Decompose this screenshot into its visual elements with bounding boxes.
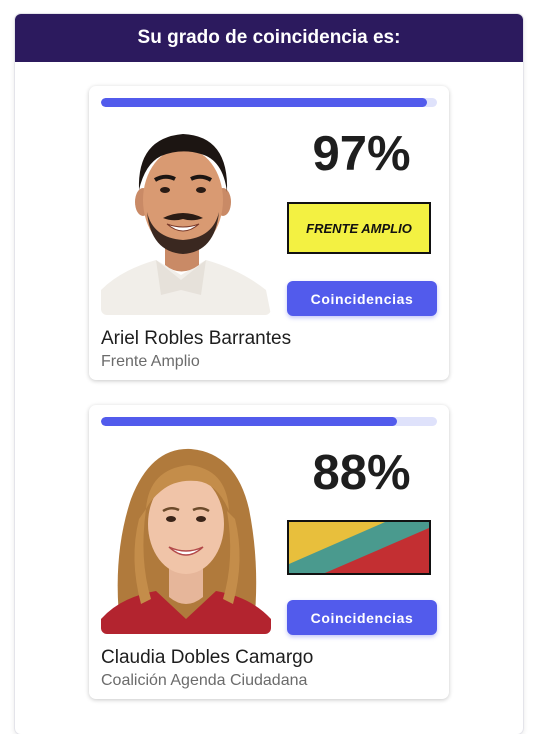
party-logo [287,520,431,575]
candidate-name: Claudia Dobles Camargo [101,647,314,668]
match-percentage: 88% [312,446,411,500]
party-logo: FRENTE AMPLIO [287,202,431,254]
match-progress-fill [101,98,427,107]
candidate-photo [101,120,271,315]
match-percentage: 97% [312,127,411,181]
coincidencias-button[interactable]: Coincidencias [287,600,437,635]
candidate-card: 97% FRENTE AMPLIO Coincidencias Ariel Ro… [89,86,449,380]
party-logo-text: FRENTE AMPLIO [306,220,412,236]
candidate-party: Coalición Agenda Ciudadana [101,672,308,689]
match-progress-fill [101,417,397,426]
results-title: Su grado de coincidencia es: [137,27,401,48]
candidate-party: Frente Amplio [101,353,200,370]
match-progress-bar [101,98,437,107]
results-header: Su grado de coincidencia es: [15,14,523,62]
coincidencias-button[interactable]: Coincidencias [287,281,437,316]
candidate-photo [101,439,271,634]
match-progress-bar [101,417,437,426]
candidate-name: Ariel Robles Barrantes [101,328,292,349]
candidate-card: 88% Coincidencias Claudia Dobles Camargo… [89,405,449,699]
